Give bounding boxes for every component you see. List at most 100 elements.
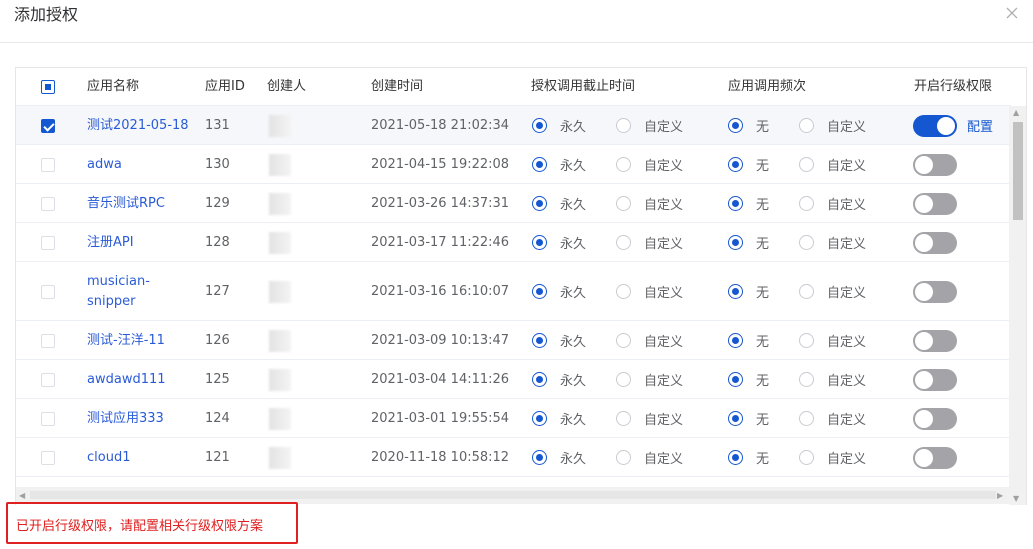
expire-custom-radio[interactable] (616, 411, 632, 426)
row-permission-cell[interactable] (913, 360, 957, 399)
row-checkbox-cell[interactable] (41, 223, 55, 262)
row-checkbox[interactable] (41, 450, 55, 465)
scroll-left-icon[interactable]: ◀ (19, 491, 25, 500)
row-permission-toggle[interactable] (913, 368, 957, 391)
row-checkbox-cell[interactable] (41, 184, 55, 223)
frequency-none-radio[interactable] (728, 284, 743, 299)
select-all-checkbox-cell[interactable] (41, 80, 55, 94)
row-permission-cell[interactable] (913, 262, 957, 321)
app-name-link[interactable]: 测试-汪洋-11 (87, 321, 197, 360)
row-permission-cell[interactable] (913, 321, 957, 360)
row-checkbox[interactable] (41, 372, 55, 387)
frequency-custom-radio[interactable] (799, 284, 815, 299)
expire-custom-radio[interactable] (616, 118, 632, 133)
table-row[interactable]: 测试应用333 124 2021-03-01 19:55:54 永久 自定义 无 自定义 (16, 399, 1011, 438)
row-checkbox-cell[interactable] (41, 106, 55, 145)
app-name-link[interactable]: 音乐测试RPC (87, 184, 197, 223)
frequency-custom-radio[interactable] (799, 450, 815, 465)
row-checkbox[interactable] (41, 411, 55, 426)
scroll-up-icon[interactable]: ▲ (1013, 108, 1019, 117)
close-icon[interactable] (1005, 6, 1019, 20)
frequency-custom-radio[interactable] (799, 372, 815, 387)
row-checkbox[interactable] (41, 196, 55, 211)
expire-custom-radio[interactable] (616, 284, 632, 299)
row-checkbox[interactable] (41, 333, 55, 348)
expire-custom-radio[interactable] (616, 333, 632, 348)
table-row[interactable]: 测试-汪洋-11 126 2021-03-09 10:13:47 永久 自定义 无 自定义 (16, 321, 1011, 360)
expire-custom-radio[interactable] (616, 235, 632, 250)
frequency-none-group[interactable]: 无 自定义 (728, 399, 879, 438)
row-checkbox-cell[interactable] (41, 360, 55, 399)
row-permission-cell[interactable] (913, 223, 957, 262)
row-checkbox[interactable] (41, 235, 55, 250)
vertical-scrollbar[interactable]: ▲ ▼ (1009, 106, 1026, 505)
expire-custom-radio[interactable] (616, 157, 632, 172)
frequency-custom-radio[interactable] (799, 157, 815, 172)
row-permission-cell[interactable] (913, 399, 957, 438)
app-name-link[interactable]: 测试应用333 (87, 399, 197, 438)
app-name-link[interactable]: 注册API (87, 223, 197, 262)
horizontal-scroll-thumb[interactable] (30, 491, 996, 499)
expire-forever-group[interactable]: 永久 自定义 (532, 145, 696, 184)
table-row[interactable]: 测试2021-05-18 131 2021-05-18 21:02:34 永久 自定义无… (16, 106, 1011, 145)
row-permission-cell[interactable] (913, 145, 957, 184)
frequency-none-group[interactable]: 无 自定义 (728, 223, 879, 262)
row-permission-toggle[interactable] (913, 280, 957, 303)
row-checkbox[interactable] (41, 118, 55, 133)
frequency-custom-radio[interactable] (799, 118, 815, 133)
frequency-none-radio[interactable] (728, 333, 743, 348)
app-name-link[interactable]: musician-snipper (87, 262, 197, 321)
expire-forever-radio[interactable] (532, 118, 547, 133)
row-permission-toggle[interactable] (913, 231, 957, 254)
expire-custom-radio[interactable] (616, 196, 632, 211)
frequency-custom-radio[interactable] (799, 411, 815, 426)
frequency-none-radio[interactable] (728, 196, 743, 211)
row-checkbox-cell[interactable] (41, 399, 55, 438)
expire-forever-group[interactable]: 永久 自定义 (532, 223, 696, 262)
vertical-scroll-thumb[interactable] (1013, 122, 1023, 220)
expire-forever-group[interactable]: 永久 自定义 (532, 321, 696, 360)
frequency-none-group[interactable]: 无 自定义 (728, 438, 879, 477)
expire-custom-radio[interactable] (616, 450, 632, 465)
row-permission-cell[interactable] (913, 184, 957, 223)
frequency-none-group[interactable]: 无 自定义 (728, 184, 879, 223)
row-permission-toggle[interactable] (913, 407, 957, 430)
frequency-none-group[interactable]: 无 自定义 (728, 145, 879, 184)
expire-forever-group[interactable]: 永久 自定义 (532, 106, 696, 145)
frequency-custom-radio[interactable] (799, 196, 815, 211)
row-permission-cell[interactable] (913, 438, 957, 477)
expire-forever-radio[interactable] (532, 196, 547, 211)
select-all-checkbox[interactable] (41, 80, 55, 94)
row-permission-toggle[interactable] (913, 114, 957, 137)
row-checkbox[interactable] (41, 284, 55, 299)
expire-forever-group[interactable]: 永久 自定义 (532, 438, 696, 477)
row-permission-toggle[interactable] (913, 446, 957, 469)
row-checkbox-cell[interactable] (41, 262, 55, 321)
frequency-custom-radio[interactable] (799, 333, 815, 348)
row-permission-toggle[interactable] (913, 192, 957, 215)
frequency-none-group[interactable]: 无 自定义 (728, 106, 879, 145)
app-name-link[interactable]: 测试2021-05-18 (87, 106, 197, 145)
frequency-none-radio[interactable] (728, 411, 743, 426)
app-name-link[interactable]: awdawd111 (87, 360, 197, 399)
frequency-none-radio[interactable] (728, 118, 743, 133)
expire-forever-group[interactable]: 永久 自定义 (532, 399, 696, 438)
frequency-custom-radio[interactable] (799, 235, 815, 250)
expire-forever-group[interactable]: 永久 自定义 (532, 184, 696, 223)
table-row[interactable]: cloud1 121 2020-11-18 10:58:12 永久 自定义 无 自定义 (16, 438, 1011, 477)
expire-custom-radio[interactable] (616, 372, 632, 387)
app-name-link[interactable]: cloud1 (87, 438, 197, 477)
expire-forever-radio[interactable] (532, 411, 547, 426)
scroll-right-icon[interactable]: ▶ (997, 491, 1003, 500)
frequency-none-radio[interactable] (728, 235, 743, 250)
expire-forever-radio[interactable] (532, 157, 547, 172)
frequency-none-group[interactable]: 无 自定义 (728, 262, 879, 321)
expire-forever-radio[interactable] (532, 450, 547, 465)
frequency-none-group[interactable]: 无 自定义 (728, 360, 879, 399)
table-row[interactable]: 音乐测试RPC 129 2021-03-26 14:37:31 永久 自定义 无 自定义 (16, 184, 1011, 223)
table-row[interactable]: 注册API 128 2021-03-17 11:22:46 永久 自定义 无 自定义 (16, 223, 1011, 262)
expire-forever-group[interactable]: 永久 自定义 (532, 262, 696, 321)
frequency-none-radio[interactable] (728, 450, 743, 465)
table-row[interactable]: awdawd111 125 2021-03-04 14:11:26 永久 自定义 无 自定义 (16, 360, 1011, 399)
frequency-none-radio[interactable] (728, 157, 743, 172)
